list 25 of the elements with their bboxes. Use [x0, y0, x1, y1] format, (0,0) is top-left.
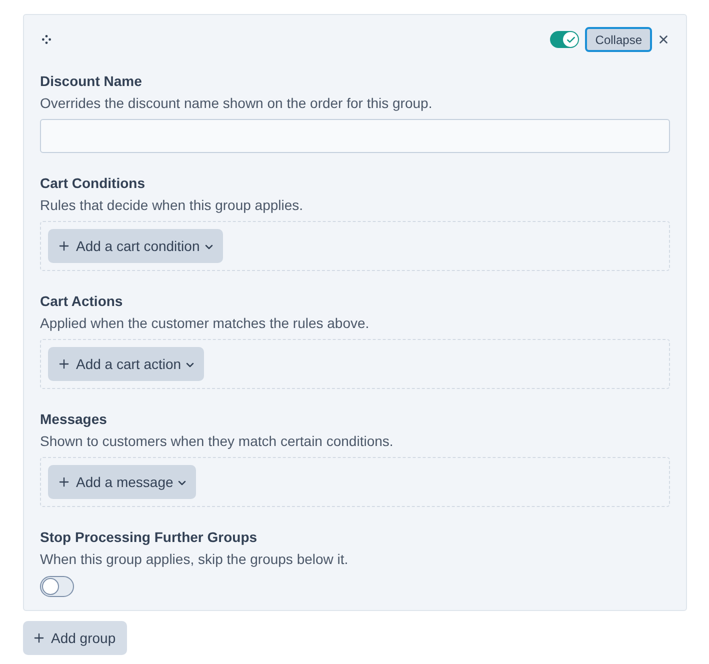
drag-handle-icon[interactable] [42, 35, 51, 44]
field-description: Applied when the customer matches the rules above. [40, 314, 370, 333]
field-label: Cart Conditions [40, 174, 146, 193]
add-dropdown-button[interactable]: Add a cart action [48, 347, 204, 381]
add-dropdown-button[interactable]: Add a cart condition [48, 229, 223, 263]
close-icon[interactable] [657, 33, 670, 46]
field-description: Overrides the discount name shown on the order for this group. [40, 94, 434, 113]
toggle-switch[interactable] [550, 31, 580, 48]
plus-icon [57, 357, 71, 371]
plus-icon [57, 239, 71, 253]
add-dropdown-button[interactable]: Add a message [48, 465, 196, 499]
field-description: Rules that decide when this group applies. [40, 196, 304, 215]
add-group-button[interactable]: Add group [23, 621, 127, 655]
field-description: When this group applies, skip the groups below it. [40, 550, 350, 569]
field-description: Shown to customers when they match certain conditions. [40, 432, 394, 451]
plus-icon [32, 631, 46, 645]
field-label: Cart Actions [40, 292, 124, 311]
plus-icon [57, 475, 71, 489]
collapse-button[interactable]: Collapse [585, 27, 652, 52]
toggle-switch[interactable] [40, 576, 74, 597]
check-icon [563, 32, 578, 47]
field-label: Discount Name [40, 72, 143, 91]
field-label: Messages [40, 410, 108, 429]
input-field[interactable] [40, 119, 670, 153]
field-label: Stop Processing Further Groups [40, 528, 258, 547]
